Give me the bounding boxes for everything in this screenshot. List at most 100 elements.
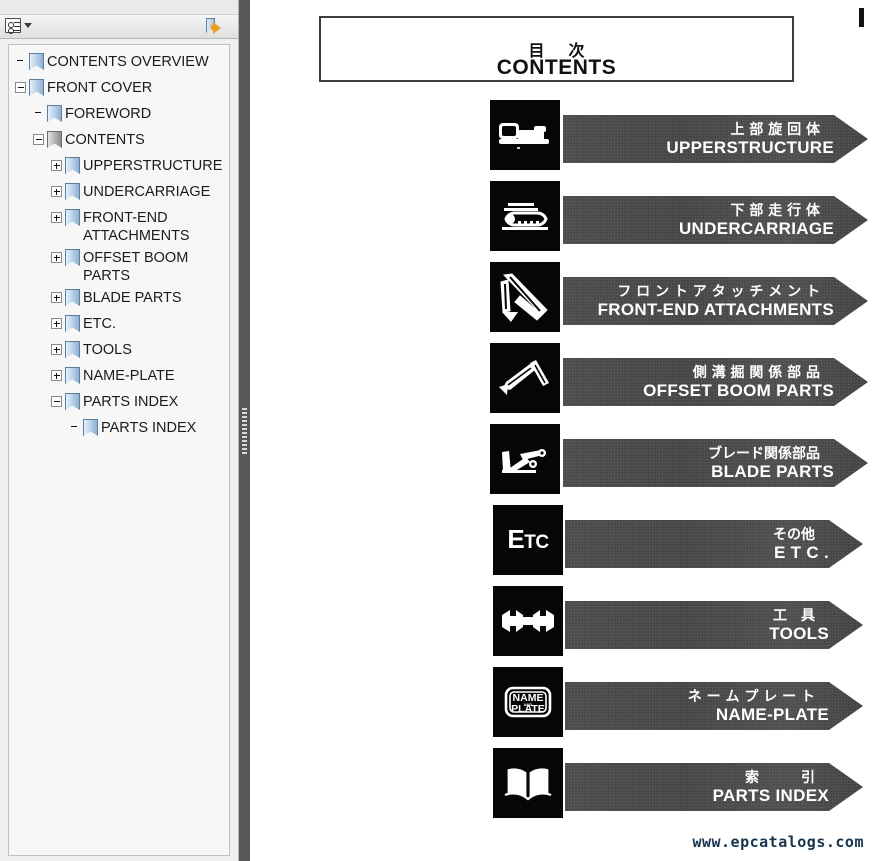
bookmark-ribbon-icon [47,131,62,148]
expand-toggle-icon[interactable] [51,186,62,197]
contents-row[interactable]: 上 部 旋 回 体 UPPERSTRUCTURE [490,100,878,170]
contents-row[interactable]: 索 引 PARTS INDEX [493,748,873,818]
bookmark-item-parts-index[interactable]: PARTS INDEX [9,416,229,442]
bookmark-ribbon-icon [65,249,80,266]
bookmark-item-offset-boom-parts[interactable]: OFFSET BOOM PARTS [9,246,229,286]
contents-banner-label-japanese: 工 具 [773,608,815,624]
bookmark-item-name-plate[interactable]: NAME-PLATE [9,364,229,390]
contents-banner[interactable]: ブレード関係部品 BLADE PARTS [563,439,868,487]
bookmark-item-foreword[interactable]: FOREWORD [9,102,229,128]
bookmark-item-label: UNDERCARRIAGE [83,184,211,200]
contents-banner-label-english: FRONT-END ATTACHMENTS [597,300,834,319]
expand-current-bookmark-button[interactable] [206,18,226,36]
document-page: 目次 CONTENTS 上 部 旋 回 体 UPPERSTRUCTURE 下 部 走… [250,0,891,861]
bookmark-item-tools[interactable]: TOOLS [9,338,229,364]
contents-banner[interactable]: フ ロ ン ト ア タ ッ チ メ ン ト FRONT-END ATTACHMEN… [563,277,868,325]
collapse-toggle-icon[interactable] [15,82,26,93]
bookmark-ribbon-icon [65,393,80,410]
open-book-icon [493,748,563,818]
bookmark-item-label: PARTS INDEX [101,420,197,436]
bookmark-item-label: NAME-PLATE [83,368,175,384]
contents-banner-label-japanese: ネ ー ム プ レ ー ト [687,689,815,705]
bookmark-item-upperstructure[interactable]: UPPERSTRUCTURE [9,154,229,180]
bookmark-item-front-cover[interactable]: FRONT COVER [9,76,229,102]
contents-banner-label-english: NAME-PLATE [715,705,829,724]
contents-banner[interactable]: 上 部 旋 回 体 UPPERSTRUCTURE [563,115,868,163]
offset-boom-icon [490,343,560,413]
panel-splitter[interactable] [239,0,250,861]
contents-banner-label-japanese: 索 引 [745,770,815,786]
contents-banner[interactable]: その他 E T C . [565,520,863,568]
contents-row[interactable]: ETC その他 E T C . [493,505,873,575]
expand-toggle-icon[interactable] [51,318,62,329]
watermark-text: www.epcatalogs.com [692,833,864,851]
contents-banner-label-english: UNDERCARRIAGE [678,219,834,238]
bookmarks-panel: CONTENTS OVERVIEW FRONT COVER FOREWORD CONT… [0,0,239,861]
wrench-icon [493,586,563,656]
bookmark-item-contents-overview[interactable]: CONTENTS OVERVIEW [9,50,229,76]
bookmark-ribbon-icon [65,157,80,174]
expand-toggle-icon[interactable] [51,292,62,303]
contents-title-box: 目次 CONTENTS [319,16,794,82]
contents-banner-label-japanese: ブレード関係部品 [708,446,820,462]
bookmark-item-label: FRONT-END ATTACHMENTS [83,210,190,244]
contents-row[interactable]: 下 部 走 行 体 UNDERCARRIAGE [490,181,878,251]
contents-row[interactable]: ブレード関係部品 BLADE PARTS [490,424,878,494]
bookmark-ribbon-icon [65,341,80,358]
contents-banner-label-japanese: フ ロ ン ト ア タ ッ チ メ ン ト [617,284,820,300]
expand-toggle-icon[interactable] [51,160,62,171]
bookmark-item-parts-index[interactable]: PARTS INDEX [9,390,229,416]
bookmark-ribbon-icon [47,105,62,122]
expand-toggle-icon[interactable] [51,344,62,355]
panel-top-strip [0,0,238,14]
etc-text-icon: ETC [507,524,549,554]
bookmark-item-contents[interactable]: CONTENTS [9,128,229,154]
expand-toggle-icon[interactable] [51,212,62,223]
contents-row[interactable]: フ ロ ン ト ア タ ッ チ メ ン ト FRONT-END ATTACHMEN… [490,262,878,332]
bookmark-item-etc[interactable]: ETC. [9,312,229,338]
chevron-down-icon [24,23,32,28]
contents-banner-label-english: BLADE PARTS [711,462,834,481]
etc-label-icon: ETC [493,505,563,575]
contents-row[interactable]: 側 溝 掘 関 係 部 品 OFFSET BOOM PARTS [490,343,878,413]
contents-banner[interactable]: 工 具 TOOLS [565,601,863,649]
contents-row[interactable]: NAME AND PLATE ネ ー ム プ レ ー ト NAME-PLATE [493,667,873,737]
splitter-grip-icon[interactable] [242,408,247,456]
contents-banner-label-english: E T C . [774,543,829,562]
bookmark-item-label: ETC. [83,316,117,332]
contents-banner-label-japanese: 下 部 走 行 体 [730,203,820,219]
bookmark-item-label: CONTENTS [65,132,145,148]
contents-banner[interactable]: 下 部 走 行 体 UNDERCARRIAGE [563,196,868,244]
contents-title-english: CONTENTS [496,56,617,79]
contents-banner[interactable]: 側 溝 掘 関 係 部 品 OFFSET BOOM PARTS [563,358,868,406]
collapse-toggle-icon[interactable] [33,134,44,145]
contents-banner-label-japanese: その他 [773,527,815,543]
bookmark-item-label: UPPERSTRUCTURE [83,158,223,174]
bookmark-ribbon-icon [65,315,80,332]
bookmark-item-label: CONTENTS OVERVIEW [47,54,209,70]
dozer-blade-icon [490,424,560,494]
bookmark-options-button[interactable] [5,18,32,34]
contents-row[interactable]: 工 具 TOOLS [493,586,873,656]
svg-text:PLATE: PLATE [511,703,545,715]
bookmark-item-blade-parts[interactable]: BLADE PARTS [9,286,229,312]
bookmark-ribbon-icon [65,183,80,200]
bookmark-ribbon-icon [29,53,44,70]
contents-banner-label-english: OFFSET BOOM PARTS [643,381,834,400]
options-list-icon [5,18,21,34]
bookmark-item-undercarriage[interactable]: UNDERCARRIAGE [9,180,229,206]
contents-banner-label-english: PARTS INDEX [712,786,829,805]
contents-banner[interactable]: 索 引 PARTS INDEX [565,763,863,811]
bookmark-item-front-end-attachments[interactable]: FRONT-END ATTACHMENTS [9,206,229,246]
expand-toggle-icon[interactable] [51,252,62,263]
bookmark-tree[interactable]: CONTENTS OVERVIEW FRONT COVER FOREWORD CONT… [8,44,230,856]
excavator-upperstructure-icon [490,100,560,170]
bookmark-item-label: BLADE PARTS [83,290,182,306]
expand-toggle-icon[interactable] [51,370,62,381]
bookmarks-toolbar [0,14,238,39]
collapse-toggle-icon[interactable] [51,396,62,407]
page-edge-marker [858,8,865,27]
toggle-spacer [69,422,80,433]
contents-banner[interactable]: ネ ー ム プ レ ー ト NAME-PLATE [565,682,863,730]
contents-banner-label-english: TOOLS [769,624,829,643]
